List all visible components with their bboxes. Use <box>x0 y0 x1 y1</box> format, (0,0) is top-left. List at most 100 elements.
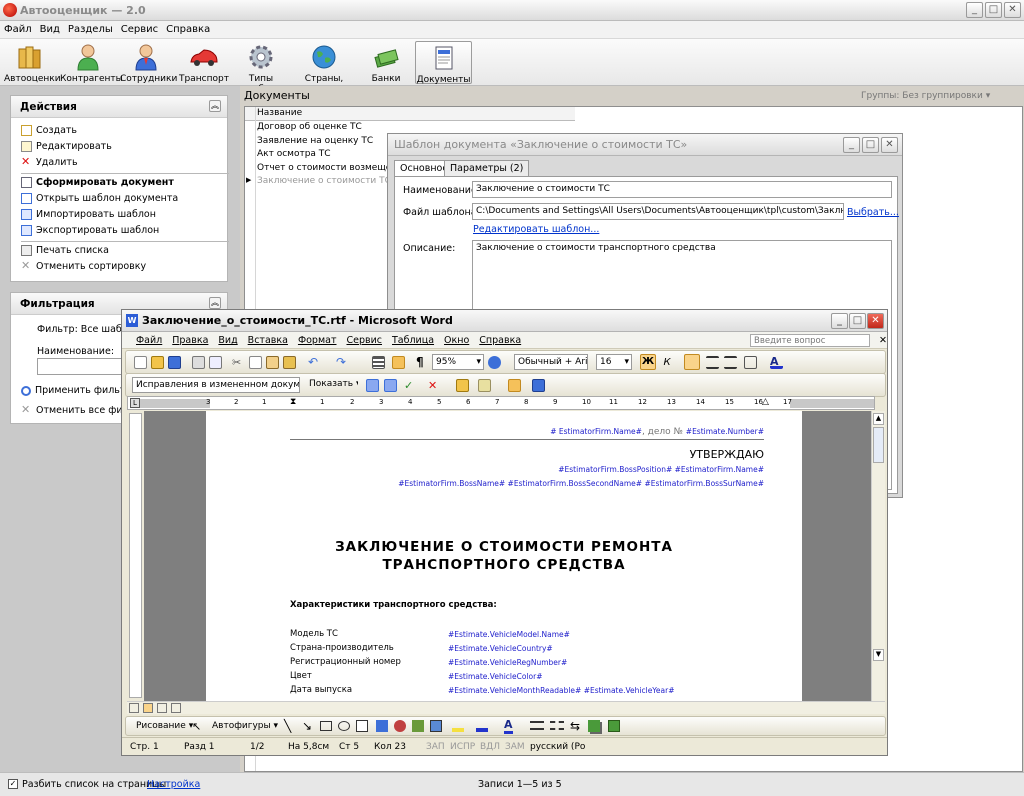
template-file-field[interactable]: C:\Documents and Settings\All Users\Docu… <box>472 203 844 220</box>
action-open-template[interactable]: Открыть шаблон документа <box>21 193 178 204</box>
maximize-button[interactable]: □ <box>985 2 1002 18</box>
right-indent-marker-icon[interactable]: △ <box>762 397 769 407</box>
horizontal-scrollbar[interactable] <box>127 701 885 714</box>
action-create[interactable]: Создать <box>21 125 77 136</box>
new-doc-icon[interactable] <box>134 356 147 369</box>
clipart-icon[interactable] <box>412 720 424 732</box>
name-field[interactable]: Заключение о стоимости ТС <box>472 181 892 198</box>
bold-button[interactable]: Ж <box>640 354 656 370</box>
toolbar-work-types-button[interactable]: Типы работ <box>234 41 288 94</box>
align-justify-button[interactable] <box>724 356 737 369</box>
vertical-ruler[interactable] <box>129 413 142 698</box>
reject-change-icon[interactable]: ✕ <box>428 379 441 392</box>
menu-sections[interactable]: Разделы <box>64 21 117 35</box>
show-all-icon[interactable] <box>392 356 405 369</box>
tab-parameters[interactable]: Параметры (2) <box>444 160 530 176</box>
action-export-template[interactable]: Экспортировать шаблон <box>21 225 159 236</box>
filter-collapse-button[interactable]: ︽ <box>209 297 221 309</box>
toolbar-estimates-button[interactable]: Автооценки <box>4 41 61 84</box>
fill-color-icon[interactable] <box>452 720 464 732</box>
italic-button[interactable]: К <box>660 356 674 369</box>
word-menu-insert[interactable]: Вставка <box>243 332 293 346</box>
redo-icon[interactable]: ↷ <box>336 356 349 369</box>
shadow-icon[interactable] <box>588 720 600 732</box>
arrow-style-icon[interactable]: ⇆ <box>570 719 580 733</box>
font-size-select[interactable]: 16 ▾ <box>596 354 632 370</box>
word-menu-service[interactable]: Сервис <box>341 332 387 346</box>
rectangle-icon[interactable] <box>320 721 332 731</box>
open-icon[interactable] <box>151 356 164 369</box>
borders-icon[interactable] <box>744 356 757 369</box>
status-ovr[interactable]: ЗАМ <box>505 742 525 752</box>
settings-link[interactable]: Настройка <box>147 779 200 790</box>
print-icon[interactable] <box>192 356 205 369</box>
dialog-minimize-button[interactable]: _ <box>843 137 860 153</box>
table-row[interactable]: Отчет о стоимости возмещения <box>257 163 408 173</box>
status-trk[interactable]: ИСПР <box>450 742 475 752</box>
toolbar-transport-button[interactable]: Транспорт <box>178 41 230 84</box>
paste-icon[interactable] <box>266 356 279 369</box>
action-edit[interactable]: Редактировать <box>21 141 112 152</box>
line-style-icon[interactable] <box>530 721 544 730</box>
menu-file[interactable]: Файл <box>0 21 36 35</box>
action-import-template[interactable]: Импортировать шаблон <box>21 209 156 220</box>
word-menu-file[interactable]: Файл <box>122 332 167 346</box>
word-minimize-button[interactable]: _ <box>831 313 848 329</box>
minimize-button[interactable]: _ <box>966 2 983 18</box>
autoshapes-menu[interactable]: Автофигуры ▾ <box>212 721 278 731</box>
pilcrow-icon[interactable]: ¶ <box>416 356 429 369</box>
menu-service[interactable]: Сервис <box>117 21 162 35</box>
toolbar-countries-button[interactable]: Страны, города <box>292 41 356 94</box>
word-close-button[interactable]: ✕ <box>867 313 884 329</box>
table-icon[interactable] <box>372 356 385 369</box>
word-menu-format[interactable]: Формат <box>293 332 342 346</box>
apply-filter-button[interactable]: Применить фильтр <box>21 385 131 396</box>
grouping-dropdown[interactable]: Группы: Без группировки ▾ <box>861 91 990 101</box>
copy-icon[interactable] <box>249 356 262 369</box>
picture-icon[interactable] <box>430 720 442 732</box>
outline-view-icon[interactable] <box>171 703 181 713</box>
table-row[interactable]: Заключение о стоимости ТС <box>257 176 391 186</box>
action-delete[interactable]: ✕ Удалить <box>21 156 78 168</box>
ask-question-input[interactable]: Введите вопрос <box>750 334 870 347</box>
word-menu-help[interactable]: Справка <box>474 332 526 346</box>
arrow-icon[interactable]: ↘ <box>302 719 312 733</box>
word-menu-view[interactable]: Вид <box>213 332 242 346</box>
textbox-icon[interactable] <box>356 720 368 732</box>
close-button[interactable]: ✕ <box>1004 2 1021 18</box>
indent-marker-icon[interactable]: ⧗ <box>290 397 296 407</box>
next-change-icon[interactable] <box>384 379 397 392</box>
track-changes-select[interactable]: Исправления в измененном документе <box>132 377 300 393</box>
save-icon[interactable] <box>168 356 181 369</box>
font-color-icon[interactable]: A <box>770 356 783 369</box>
style-select[interactable]: Обычный + Aria <box>514 354 588 370</box>
undo-icon[interactable]: ↶ <box>308 356 321 369</box>
cut-icon[interactable]: ✂ <box>232 356 245 369</box>
dialog-maximize-button[interactable]: □ <box>862 137 879 153</box>
preview-icon[interactable] <box>209 356 222 369</box>
action-reset-sort[interactable]: ✕ Отменить сортировку <box>21 260 146 272</box>
align-center-button[interactable] <box>706 356 719 369</box>
3d-icon[interactable] <box>608 720 620 732</box>
tab-selector[interactable]: L <box>130 398 140 408</box>
table-row[interactable]: Акт осмотра ТС <box>257 149 331 159</box>
vertical-scrollbar[interactable]: ▲ ▼ <box>871 411 885 701</box>
normal-view-icon[interactable] <box>129 703 139 713</box>
actions-collapse-button[interactable]: ︽ <box>209 100 221 112</box>
prev-change-icon[interactable] <box>366 379 379 392</box>
format-painter-icon[interactable] <box>283 356 296 369</box>
status-ext[interactable]: ВДЛ <box>480 742 500 752</box>
toolbar-employees-button[interactable]: Сотрудники <box>120 41 177 84</box>
menu-view[interactable]: Вид <box>36 21 64 35</box>
zoom-select[interactable]: 95% ▾ <box>432 354 484 370</box>
table-row[interactable]: Договор об оценке ТС <box>257 122 362 132</box>
edit-template-link[interactable]: Редактировать шаблон... <box>473 224 599 235</box>
action-generate-document[interactable]: Сформировать документ <box>21 177 174 188</box>
track-icon[interactable] <box>532 379 545 392</box>
horizontal-ruler[interactable]: L 3 2 1 1 2 3 4 5 6 7 8 9 10 11 12 13 14… <box>127 396 875 410</box>
draw-menu[interactable]: Рисование ▾ <box>136 721 193 731</box>
diagram-icon[interactable] <box>394 720 406 732</box>
print-view-icon[interactable] <box>157 703 167 713</box>
choose-file-link[interactable]: Выбрать... <box>847 207 899 218</box>
help-icon[interactable] <box>488 356 501 369</box>
